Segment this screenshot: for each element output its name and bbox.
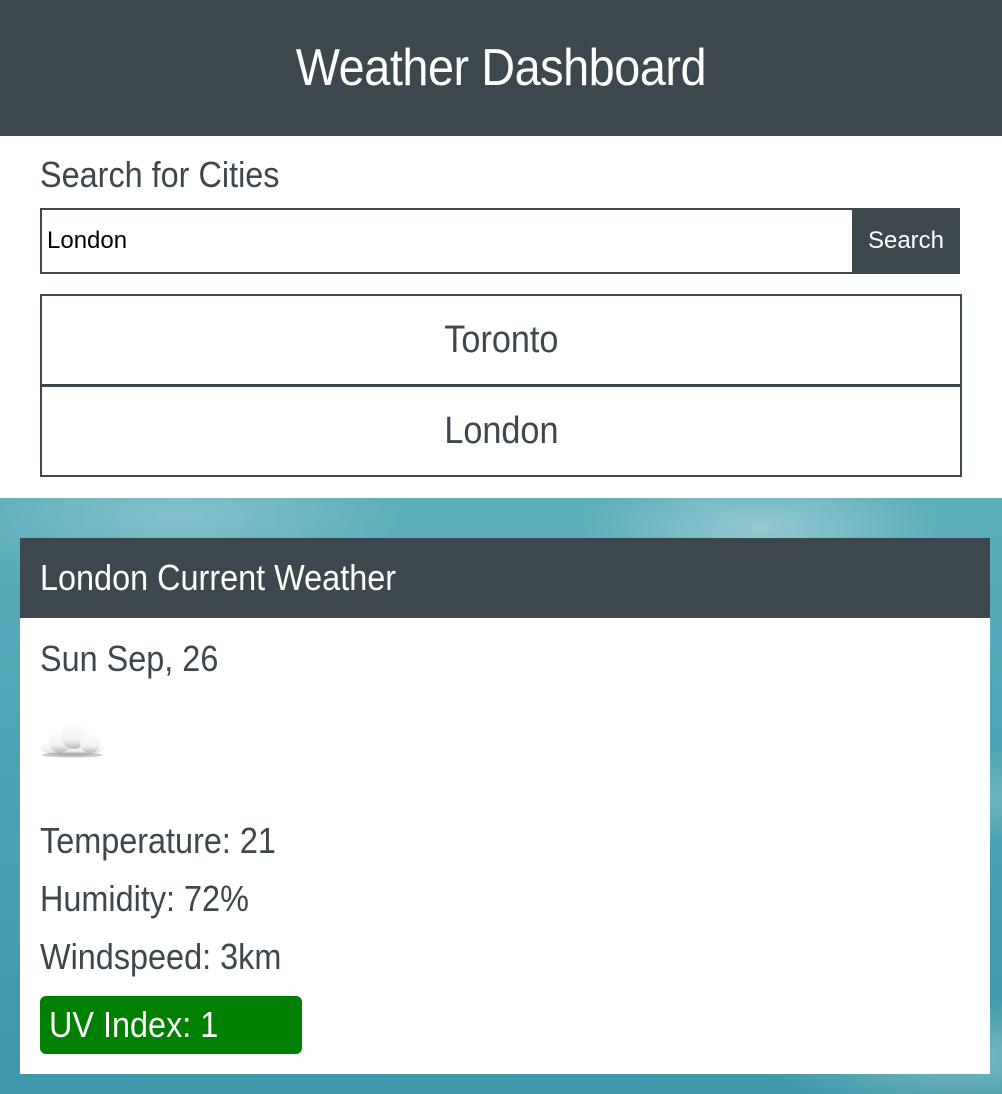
current-weather-body: Sun Sep, 26 Temperature: 21 Humidity: 72… [20,618,990,1074]
temperature-value: Temperature: 21 [40,820,276,861]
uv-index-badge: UV Index: 1 [40,996,302,1054]
current-weather-card: London Current Weather Sun Sep, 26 Tempe… [20,538,990,1074]
search-label: Search for Cities [40,154,280,195]
search-panel: Search for Cities Search Toronto London [0,136,1002,498]
city-search-input[interactable] [40,208,852,274]
uv-index-value: UV Index: 1 [49,1004,219,1045]
history-item-toronto[interactable]: Toronto [40,294,962,386]
history-item-label: London [443,409,559,452]
app-header: Weather Dashboard [0,0,1002,136]
search-bar: Search [40,208,960,274]
current-weather-title: London Current Weather [40,557,397,598]
cloud-icon [40,723,104,758]
history-item-label: Toronto [443,318,559,361]
history-item-london[interactable]: London [40,385,962,477]
humidity-value: Humidity: 72% [40,878,249,919]
current-date: Sun Sep, 26 [40,638,219,679]
search-history-list: Toronto London [40,294,962,477]
windspeed-value: Windspeed: 3km [40,936,282,977]
current-weather-header: London Current Weather [20,538,990,618]
page-title: Weather Dashboard [295,39,707,97]
search-button[interactable]: Search [852,208,960,274]
